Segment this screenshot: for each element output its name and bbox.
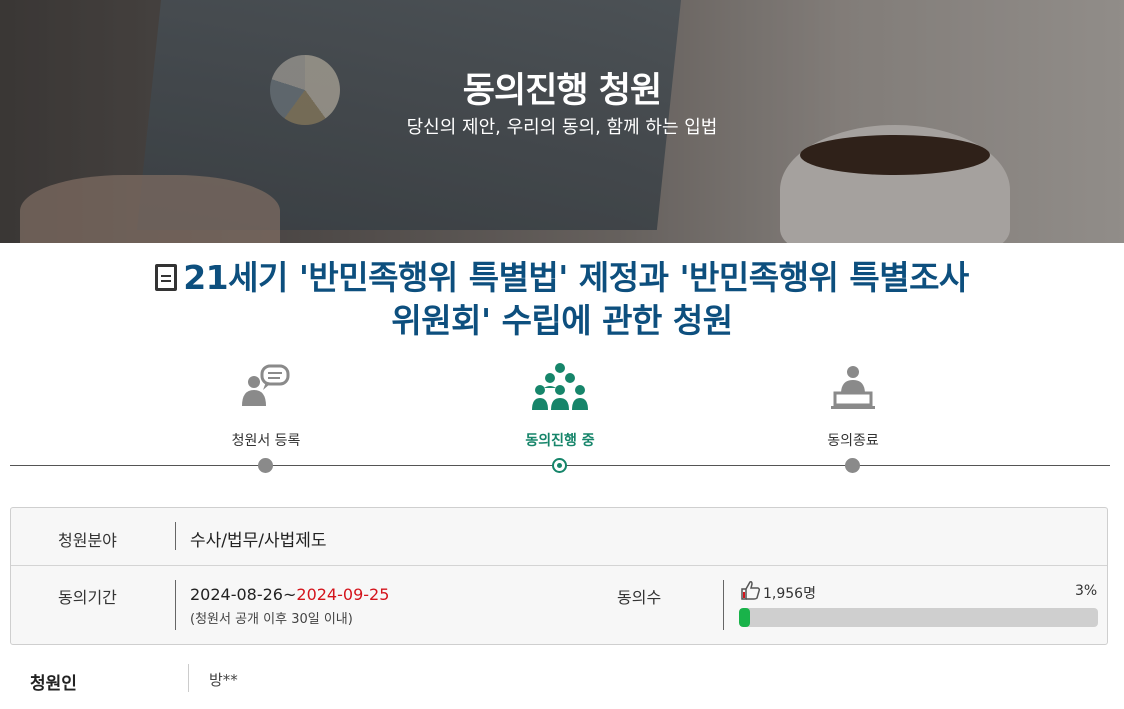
info-row-field: 청원분야 수사/법무/사법제도: [11, 508, 1107, 566]
petition-info-box: 청원분야 수사/법무/사법제도 동의기간 2024-08-26~2024-09-…: [10, 507, 1108, 645]
petitioner-label: 청원인: [30, 674, 77, 694]
step-dot-in-progress: [552, 458, 567, 473]
petitioner-separator: [188, 664, 189, 692]
field-label: 청원분야: [58, 531, 117, 550]
progress-bar-fill: [739, 608, 750, 627]
count-separator: [723, 580, 724, 630]
petition-title-line2: 위원회' 수립에 관한 청원: [391, 301, 733, 340]
petition-title: 21세기 '반민족행위 특별법' 제정과 '반민족행위 특별조사 위원회' 수립…: [0, 256, 1124, 342]
speaker-bubble-icon: [242, 364, 290, 406]
step-label-in-progress: 동의진행 중: [525, 433, 595, 449]
period-note: (청원서 공개 이후 30일 이내): [190, 612, 353, 627]
field-value: 수사/법무/사법제도: [190, 531, 327, 551]
period-value: 2024-08-26~2024-09-25: [190, 585, 389, 604]
step-label-registration: 청원서 등록: [231, 433, 301, 449]
petition-title-line1: 21세기 '반민족행위 특별법' 제정과 '반민족행위 특별조사: [183, 258, 969, 297]
count-label: 동의수: [617, 588, 662, 607]
group-icon: [532, 363, 588, 410]
progress-steps: 청원서 등록 동의진행 중 동의종료: [10, 355, 1110, 475]
hero-banner: 동의진행 청원 당신의 제안, 우리의 동의, 함께 하는 입법: [0, 0, 1124, 243]
field-separator: [175, 522, 176, 550]
period-label: 동의기간: [58, 588, 117, 607]
count-value: 1,956명: [763, 586, 816, 602]
progress-bar-track: [739, 608, 1098, 627]
hero-title: 동의진행 청원: [462, 71, 662, 111]
step-label-closed: 동의종료: [827, 433, 879, 449]
document-icon: [155, 264, 178, 291]
progress-percent: 3%: [1075, 583, 1098, 599]
period-end: 2024-09-25: [296, 585, 390, 604]
hero-subtitle: 당신의 제안, 우리의 동의, 함께 하는 입법: [406, 117, 718, 138]
petitioner-value: 방**: [209, 671, 238, 689]
podium-icon: [831, 366, 875, 409]
step-dot-registration: [258, 458, 273, 473]
period-separator: [175, 580, 176, 630]
thumbs-up-icon: [741, 581, 761, 600]
step-dot-closed: [845, 458, 860, 473]
period-start: 2024-08-26~: [190, 585, 297, 604]
